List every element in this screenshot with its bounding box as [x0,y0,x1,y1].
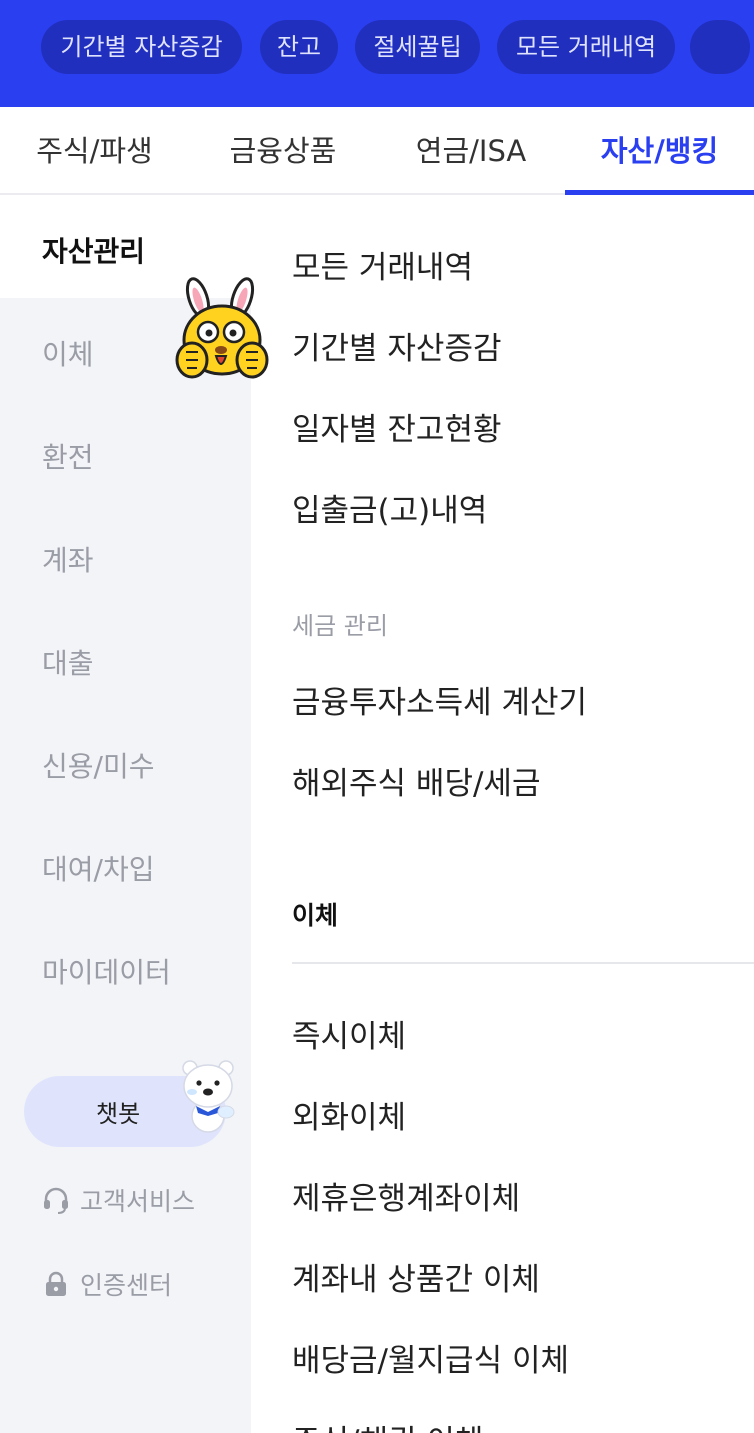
tab-assets-banking[interactable]: 자산/뱅킹 [565,107,754,195]
menu-item-all-transactions[interactable]: 모든 거래내역 [292,242,473,287]
menu-item-overseas-dividend-tax[interactable]: 해외주식 배당/세금 [292,758,540,803]
menu-item-period-asset-change[interactable]: 기간별 자산증감 [292,323,502,368]
chip-all-transactions[interactable]: 모든 거래내역 [497,20,675,74]
bunny-mascot-icon [175,277,269,379]
chatbot-button[interactable]: 챗봇 [24,1060,235,1147]
category-tabs: 주식/파생 금융상품 연금/ISA 자산/뱅킹 [0,107,754,195]
customer-service-link[interactable]: 고객서비스 [42,1182,195,1218]
sidebar-item-loan[interactable]: 대출 [42,642,94,682]
sidebar-item-asset-management[interactable]: 자산관리 [42,230,145,270]
bear-mascot-icon [182,1060,235,1133]
menu-item-partner-bank-transfer[interactable]: 제휴은행계좌이체 [292,1173,520,1218]
chip-balance[interactable]: 잔고 [260,20,338,74]
menu-item-daily-balance[interactable]: 일자별 잔고현황 [292,404,502,449]
transfer-section-title: 이체 [292,901,339,930]
menu-item-foreign-currency-transfer[interactable]: 외화이체 [292,1092,406,1137]
tab-stocks-derivatives[interactable]: 주식/파생 [0,107,189,195]
customer-service-label: 고객서비스 [80,1187,196,1216]
chip-overflow[interactable] [690,20,750,74]
auth-center-label: 인증센터 [80,1271,173,1300]
tax-management-subtitle: 세금 관리 [292,612,388,640]
section-divider [292,962,754,964]
sidebar-item-transfer[interactable]: 이체 [42,333,94,373]
chatbot-label: 챗봇 [96,1100,141,1128]
quick-chip-bar: 기간별 자산증감 잔고 절세꿀팁 모든 거래내역 [0,0,754,107]
headset-icon [44,1187,68,1214]
menu-item-investment-income-tax-calculator[interactable]: 금융투자소득세 계산기 [292,677,587,722]
chip-period-asset-change[interactable]: 기간별 자산증감 [41,20,242,74]
lock-icon [46,1271,66,1296]
sidebar-item-credit-margin[interactable]: 신용/미수 [42,745,154,785]
tab-pension-isa[interactable]: 연금/ISA [377,107,565,195]
sidebar-item-account[interactable]: 계좌 [42,539,94,579]
menu-item-instant-transfer[interactable]: 즉시이체 [292,1011,406,1056]
menu-item-in-account-product-transfer[interactable]: 계좌내 상품간 이체 [292,1254,540,1299]
sidebar-item-exchange[interactable]: 환전 [42,436,94,476]
menu-item-stock-bond-transfer[interactable]: 주식/채권 이체 [292,1416,483,1433]
sidebar-item-mydata[interactable]: 마이데이터 [42,951,171,991]
active-tab-indicator [565,190,754,195]
auth-center-link[interactable]: 인증센터 [42,1266,172,1302]
menu-item-deposit-withdrawal-history[interactable]: 입출금(고)내역 [292,485,487,530]
tab-financial-products[interactable]: 금융상품 [189,107,377,195]
menu-item-dividend-monthly-payout-transfer[interactable]: 배당금/월지급식 이체 [292,1335,569,1380]
chip-tax-tips[interactable]: 절세꿀팁 [355,20,480,74]
sidebar-item-lending-borrowing[interactable]: 대여/차입 [42,848,154,888]
